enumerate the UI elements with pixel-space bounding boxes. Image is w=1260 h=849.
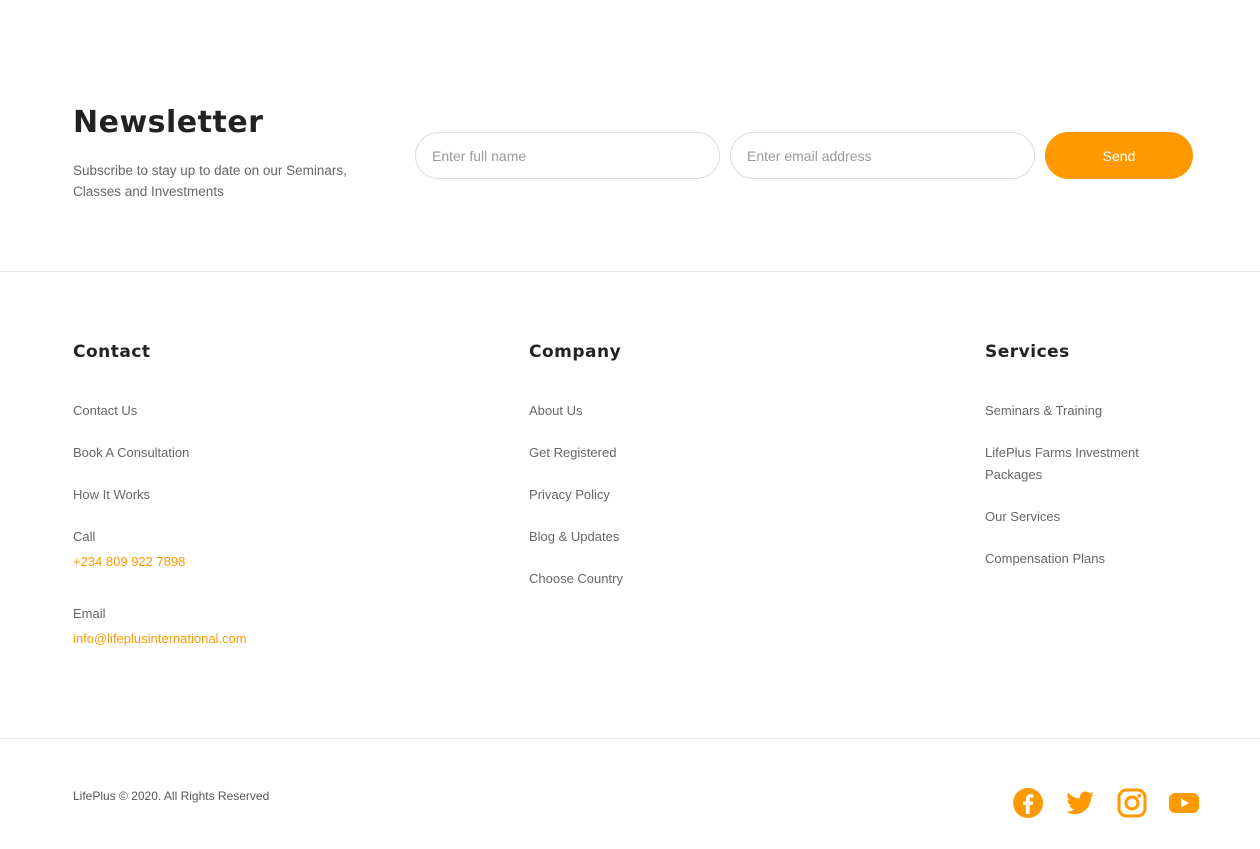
link-farms-investment[interactable]: LifePlus Farms Investment Packages [985, 442, 1195, 486]
call-block: Call +234 809 922 7898 [73, 526, 373, 573]
full-name-input[interactable] [415, 132, 720, 179]
call-label: Call [73, 529, 96, 544]
link-compensation-plans[interactable]: Compensation Plans [985, 548, 1195, 570]
company-title: Company [529, 342, 622, 362]
link-about-us[interactable]: About Us [529, 400, 829, 422]
link-blog-updates[interactable]: Blog & Updates [529, 526, 829, 548]
youtube-icon[interactable] [1168, 787, 1200, 819]
company-column: Company About Us Get Registered Privacy … [529, 342, 829, 610]
link-seminars-training[interactable]: Seminars & Training [985, 400, 1195, 422]
services-title: Services [985, 342, 1070, 362]
link-choose-country[interactable]: Choose Country [529, 568, 829, 590]
contact-column: Contact Contact Us Book A Consultation H… [73, 342, 373, 650]
twitter-icon[interactable] [1064, 787, 1096, 819]
newsletter-subtitle: Subscribe to stay up to date on our Semi… [73, 163, 347, 199]
newsletter-section: Newsletter Subscribe to stay up to date … [0, 0, 1260, 272]
services-column: Services Seminars & Training LifePlus Fa… [985, 342, 1195, 590]
bottom-bar: LifePlus © 2020. All Rights Reserved [0, 739, 1260, 849]
contact-title: Contact [73, 342, 151, 362]
email-link[interactable]: info@lifeplusinternational.com [73, 628, 373, 650]
link-how-it-works[interactable]: How It Works [73, 484, 373, 506]
email-input[interactable] [730, 132, 1035, 179]
copyright-text: LifePlus © 2020. All Rights Reserved [73, 789, 270, 803]
link-privacy-policy[interactable]: Privacy Policy [529, 484, 829, 506]
link-contact-us[interactable]: Contact Us [73, 400, 373, 422]
link-book-consultation[interactable]: Book A Consultation [73, 442, 373, 464]
newsletter-title: Newsletter [73, 105, 264, 140]
email-label: Email [73, 606, 106, 621]
instagram-icon[interactable] [1116, 787, 1148, 819]
footer-links-section: Contact Contact Us Book A Consultation H… [0, 272, 1260, 739]
facebook-icon[interactable] [1012, 787, 1044, 819]
link-our-services[interactable]: Our Services [985, 506, 1195, 528]
send-button[interactable]: Send [1045, 132, 1193, 179]
phone-link[interactable]: +234 809 922 7898 [73, 551, 373, 573]
social-links [1012, 787, 1200, 819]
email-block: Email info@lifeplusinternational.com [73, 603, 373, 650]
link-get-registered[interactable]: Get Registered [529, 442, 829, 464]
